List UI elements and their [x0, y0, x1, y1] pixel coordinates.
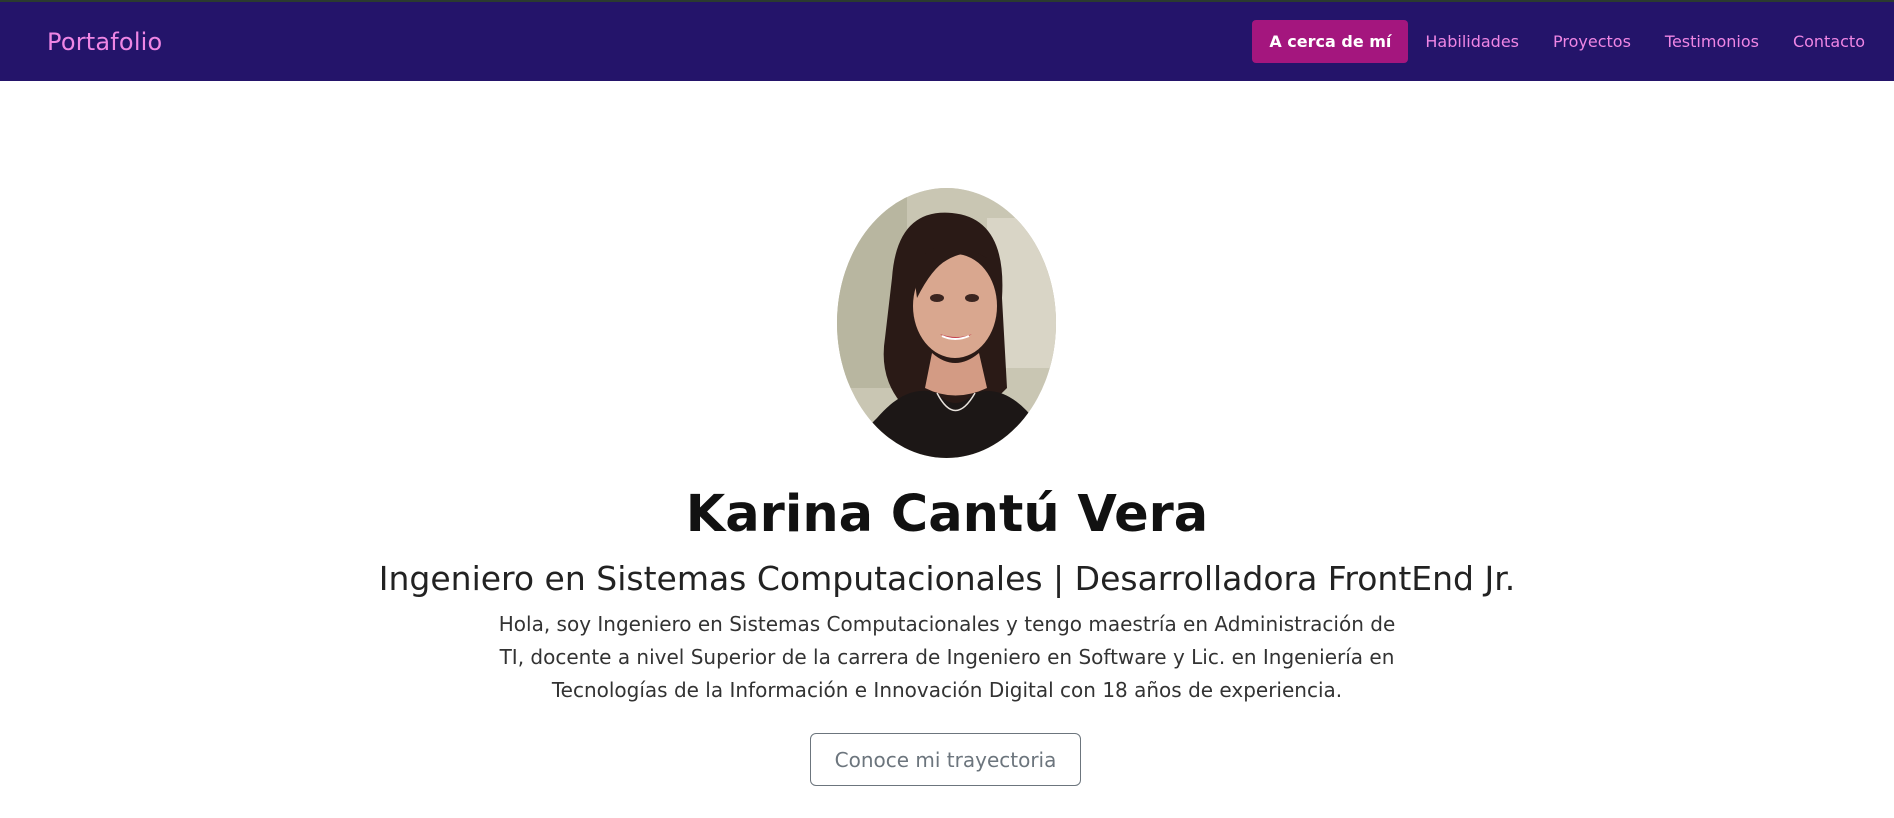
- profile-subtitle: Ingeniero en Sistemas Computacionales | …: [378, 559, 1516, 598]
- nav-links: A cerca de mí Habilidades Proyectos Test…: [1252, 2, 1894, 81]
- nav-link-skills[interactable]: Habilidades: [1408, 20, 1536, 63]
- hero-section: Karina Cantú Vera Ingeniero en Sistemas …: [0, 81, 1894, 818]
- nav-link-projects[interactable]: Proyectos: [1536, 20, 1648, 63]
- career-button[interactable]: Conoce mi trayectoria: [810, 733, 1081, 786]
- profile-photo-icon: [837, 188, 1056, 458]
- nav-link-contact[interactable]: Contacto: [1776, 20, 1882, 63]
- profile-photo: [837, 188, 1056, 458]
- brand-link[interactable]: Portafolio: [47, 28, 162, 56]
- profile-name: Karina Cantú Vera: [685, 485, 1209, 544]
- nav-link-about[interactable]: A cerca de mí: [1252, 20, 1409, 63]
- profile-bio: Hola, soy Ingeniero en Sistemas Computac…: [498, 612, 1396, 702]
- nav-link-testimonials[interactable]: Testimonios: [1648, 20, 1776, 63]
- navbar: Portafolio A cerca de mí Habilidades Pro…: [0, 2, 1894, 81]
